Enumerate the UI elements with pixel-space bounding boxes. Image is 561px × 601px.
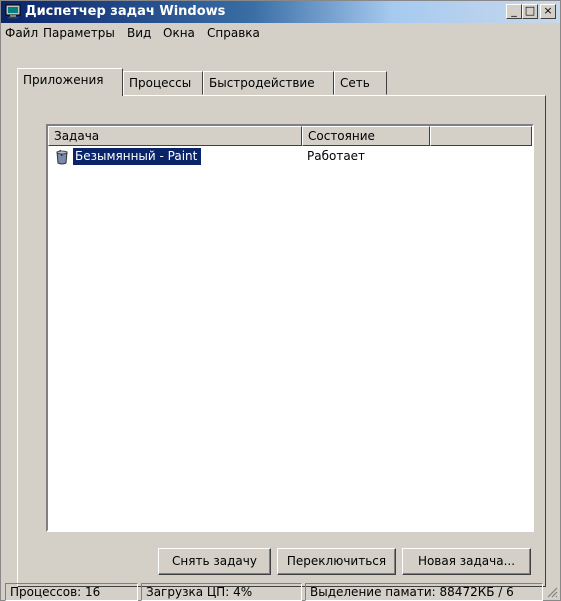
task-manager-window: Диспетчер задач Windows _ □ × Файл Парам…: [0, 0, 561, 601]
column-status[interactable]: Состояние: [302, 126, 430, 146]
tab-performance[interactable]: Быстродействие: [203, 71, 334, 95]
task-status: Работает: [307, 149, 366, 163]
end-task-button[interactable]: Снять задачу: [158, 548, 271, 575]
list-header: Задача Состояние: [48, 126, 532, 146]
status-bar: Процессов: 16 Загрузка ЦП: 4% Выделение …: [1, 582, 560, 601]
task-list[interactable]: Задача Состояние Безымянный - Paint Рабо…: [46, 124, 534, 532]
column-empty: [430, 126, 532, 146]
paint-bucket-icon: [56, 149, 68, 165]
resize-grip-icon[interactable]: [546, 586, 558, 598]
maximize-button[interactable]: □: [522, 4, 538, 19]
menu-help[interactable]: Справка: [207, 26, 260, 40]
minimize-button[interactable]: _: [506, 4, 522, 19]
menu-windows[interactable]: Окна: [163, 26, 195, 40]
menu-file[interactable]: Файл: [5, 26, 38, 40]
title-bar[interactable]: Диспетчер задач Windows _ □ ×: [1, 1, 560, 23]
monitor-icon: [5, 4, 21, 19]
column-task[interactable]: Задача: [48, 126, 302, 146]
window-title: Диспетчер задач Windows: [25, 4, 226, 19]
tab-applications[interactable]: Приложения: [17, 68, 123, 96]
status-memory: Выделение памати: 88472КБ / 6: [305, 583, 543, 601]
menu-bar: Файл Параметры Вид Окна Справка: [1, 23, 560, 43]
tab-processes[interactable]: Процессы: [123, 71, 203, 95]
switch-to-button[interactable]: Переключиться: [277, 548, 396, 575]
task-name: Безымянный - Paint: [73, 148, 202, 165]
status-cpu: Загрузка ЦП: 4%: [141, 583, 302, 601]
menu-options[interactable]: Параметры: [43, 26, 115, 40]
menu-view[interactable]: Вид: [127, 26, 151, 40]
tab-network[interactable]: Сеть: [334, 71, 387, 95]
close-button[interactable]: ×: [540, 4, 556, 19]
new-task-button[interactable]: Новая задача...: [402, 548, 531, 575]
status-processes: Процессов: 16: [5, 583, 138, 601]
table-row[interactable]: Безымянный - Paint Работает: [48, 148, 532, 166]
